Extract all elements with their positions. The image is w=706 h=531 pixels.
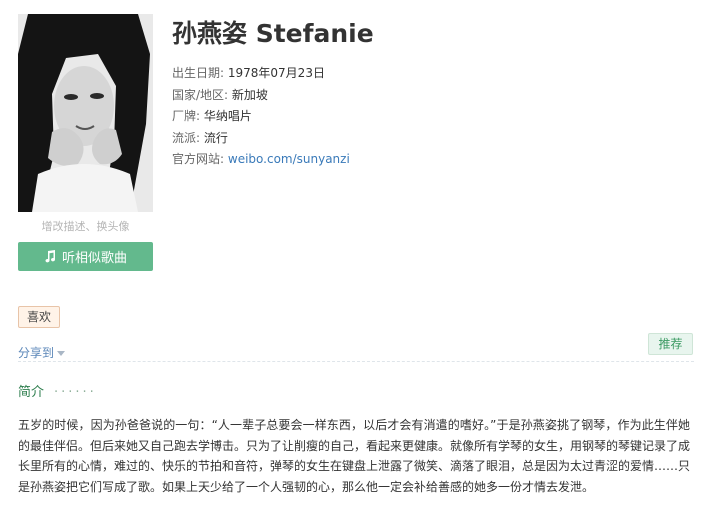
artist-photo[interactable] [18, 14, 153, 212]
info-birthdate: 出生日期: 1978年07月23日 [172, 63, 350, 85]
info-genre: 流派: 流行 [172, 128, 350, 150]
info-value: 流行 [203, 130, 228, 145]
listen-similar-songs-label: 听相似歌曲 [61, 251, 127, 266]
info-label-company: 厂牌: 华纳唱片 [172, 106, 350, 128]
caret-down-icon [57, 351, 66, 356]
info-region: 国家/地区: 新加坡 [172, 85, 350, 107]
like-button[interactable]: 喜欢 [18, 306, 61, 328]
artist-info-list: 出生日期: 1978年07月23日 国家/地区: 新加坡 厂牌: 华纳唱片 流派… [172, 63, 350, 171]
info-value: 1978年07月23日 [227, 66, 325, 80]
share-to-dropdown[interactable]: 分享到 [18, 344, 66, 361]
share-to-label: 分享到 [18, 346, 55, 360]
listen-similar-songs-button[interactable]: 听相似歌曲 [18, 242, 153, 271]
divider [18, 361, 694, 362]
info-label: 出生日期: [172, 66, 225, 80]
website-link[interactable]: weibo.com/sunyanzi [228, 152, 350, 166]
info-label: 官方网站: [172, 152, 225, 166]
intro-heading: 简介 ······ [18, 381, 97, 400]
intro-text: 五岁的时候，因为孙爸爸说的一句：“人一辈子总要会一样东西，以后才会有消遣的嗜好。… [18, 418, 691, 494]
artist-name: 孙燕姿 Stefanie [172, 19, 374, 48]
info-value: 新加坡 [231, 87, 268, 102]
music-note-icon [45, 250, 55, 263]
info-value: 华纳唱片 [203, 109, 252, 123]
info-label: 国家/地区: [172, 87, 229, 102]
artist-photo-image [18, 14, 153, 212]
intro-title: 简介 [18, 385, 45, 400]
info-label: 流派: [172, 130, 201, 145]
edit-description-link[interactable]: 增改描述、换头像 [18, 218, 153, 234]
recommend-button[interactable]: 推荐 [648, 333, 693, 355]
intro-dots: ······ [54, 385, 97, 400]
artist-page: 增改描述、换头像 听相似歌曲 孙燕姿 Stefanie 出生日期: 1978年0… [0, 0, 706, 531]
info-website: 官方网站: weibo.com/sunyanzi [172, 149, 350, 171]
info-label: 厂牌: [172, 109, 201, 123]
